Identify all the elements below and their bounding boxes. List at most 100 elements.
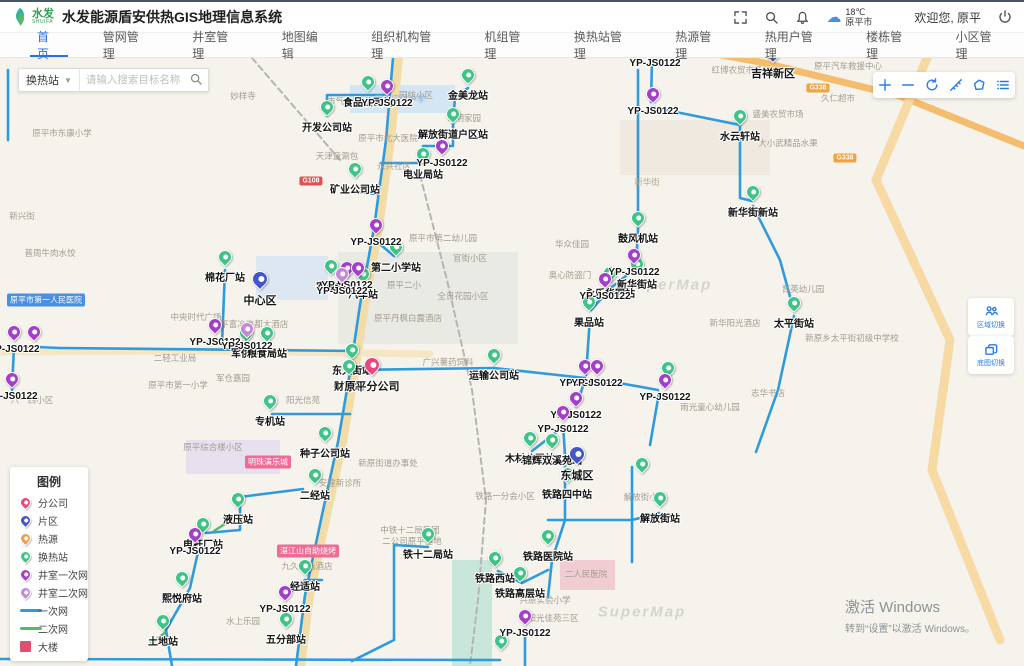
weather-city: 原平市 [845, 17, 872, 27]
map-canvas[interactable]: 妙样寺原平实达中学市气象局园纺小区东明家园原平市北大医院原平市东康小学新兴街普周… [0, 58, 1024, 666]
district-pin-icon [249, 268, 272, 291]
marker-label: YP-JS0122 [608, 267, 659, 278]
marker-label: 铁路医院站 [523, 548, 573, 563]
cloud-icon: ☁ [826, 10, 841, 25]
marker-label: YP-JS0122 [629, 58, 680, 69]
tab-换热站管理[interactable]: 换热站管理 [553, 33, 654, 57]
map-place-label: 大小武精品水果 [758, 137, 818, 149]
logout-icon[interactable] [997, 10, 1012, 25]
marker-label: 铁十二局站 [403, 546, 453, 561]
legend-label: 片区 [38, 513, 58, 528]
map-place-label: 华众佳园 [555, 238, 589, 250]
legend-item-district: 片区 [20, 511, 88, 529]
app-window: 水发 SHUIFA 水发能源盾安供热GIS地理信息系统 ☁ 18℃ 原平市 [0, 0, 1024, 666]
map-place-label: 阳光信苑 [286, 394, 320, 406]
legend-item-building: 大楼 [20, 637, 88, 655]
district-swatch [18, 512, 34, 528]
tab-机组管理[interactable]: 机组管理 [463, 33, 552, 57]
logo-icon [12, 7, 28, 27]
weather-temp: 18℃ [845, 7, 872, 17]
tab-楼栋管理[interactable]: 楼栋管理 [845, 33, 934, 57]
fullscreen-icon[interactable] [733, 10, 748, 25]
page-title: 水发能源盾安供热GIS地理信息系统 [62, 7, 282, 27]
marker-label: YP-JS0122 [361, 98, 412, 109]
map-place-label: 新原乡太平街初级中学校 [805, 332, 899, 344]
station-pin-icon [628, 208, 648, 228]
map-place-label: 原平市第一小学 [148, 379, 208, 391]
marker-label: YP-JS0122 [0, 391, 38, 402]
tab-小区管理[interactable]: 小区管理 [935, 33, 1024, 57]
map-place-label: 原平丹枫白露酒店 [374, 312, 442, 324]
tab-组织机构管理[interactable]: 组织机构管理 [350, 33, 463, 57]
map-place-label: 军仓嘉园 [216, 372, 250, 384]
marker-label: YP-JS0122 [537, 424, 588, 435]
marker-label: 土地站 [148, 633, 178, 648]
people-icon [984, 304, 999, 319]
station-pin-icon [257, 323, 277, 343]
search-input[interactable] [86, 74, 190, 86]
marker-label: YP-JS0122 [571, 378, 622, 389]
marker-label: 运输公司站 [469, 367, 519, 382]
tab-热用户管理[interactable]: 热用户管理 [744, 33, 845, 57]
marker-label: 铁路高层站 [495, 585, 545, 600]
map-toolbar [873, 72, 1015, 98]
marker-label: 解放街道户区站 [418, 126, 488, 141]
tab-管网管理[interactable]: 管网管理 [82, 33, 171, 57]
marker-label: YP-JS0122 [259, 604, 310, 615]
tab-热源管理[interactable]: 热源管理 [654, 33, 743, 57]
region-switch-label: 区域切换 [977, 320, 1005, 330]
map-poi-badge: 明珠演乐城 [245, 456, 291, 469]
station-pin-icon [342, 340, 362, 360]
map-place-label: 新原街道办事处 [358, 457, 418, 469]
station-pin-icon [228, 489, 248, 509]
marker-label: 矿业公司站 [330, 181, 380, 196]
legend-item-well2: 井室二次网 [20, 583, 88, 601]
map-place-label: 官街小区 [453, 252, 487, 264]
layer-list-button[interactable] [994, 76, 1012, 94]
well1-pin-icon [515, 606, 535, 626]
well1-pin-icon [377, 76, 397, 96]
tab-井室管理[interactable]: 井室管理 [171, 33, 260, 57]
station-pin-icon [305, 465, 325, 485]
map-place-label: 广兴薯药饲料 [422, 356, 473, 368]
marker-label: 水云轩站 [720, 128, 760, 143]
search-submit-icon[interactable] [190, 73, 202, 88]
marker-label: 原平分公司 [345, 378, 400, 394]
legend-item-branch: 分公司 [20, 493, 88, 511]
legend-item-line2: 二次网 [20, 619, 88, 637]
marker-label: 二经站 [300, 487, 330, 502]
well1-pin-icon [2, 369, 22, 389]
station-pin-icon [172, 568, 192, 588]
marker-label: 五分部站 [266, 631, 306, 646]
station-pin-icon [315, 423, 335, 443]
map-poi-badge: G108 [299, 177, 322, 186]
marker-label: 鼓风机站 [618, 230, 658, 245]
marker-label: 棉花厂站 [205, 269, 245, 284]
map-tile-watermark: SuperMap [598, 604, 687, 621]
map-poi-badge: G338 [806, 84, 829, 93]
marker-label: YP-JS0122 [316, 286, 367, 297]
measure-area-button[interactable] [970, 76, 988, 94]
reset-view-button[interactable] [923, 76, 941, 94]
zoom-in-button[interactable] [876, 76, 894, 94]
legend-label: 二次网 [38, 621, 68, 636]
basemap-switch-label: 底图切换 [977, 358, 1005, 368]
tab-地图编辑[interactable]: 地图编辑 [261, 33, 350, 57]
window-edge [0, 0, 1024, 2]
zoom-out-button[interactable] [899, 76, 917, 94]
legend-item-line1: 一次网 [20, 601, 88, 619]
bell-icon[interactable] [795, 10, 810, 25]
marker-label: 吉祥新区 [751, 65, 795, 81]
measure-distance-button[interactable] [947, 76, 965, 94]
search-category-select[interactable]: 换热站 ▼ [19, 69, 80, 91]
station-swatch [18, 548, 34, 564]
station-pin-icon [215, 247, 235, 267]
region-switch-button[interactable]: 区域切换 [968, 298, 1014, 336]
basemap-switch-button[interactable]: 底图切换 [968, 336, 1014, 374]
welcome-text: 欢迎您, 原平 [914, 9, 981, 26]
search-icon[interactable] [764, 10, 779, 25]
legend-label: 井室二次网 [38, 585, 88, 600]
tab-首页[interactable]: 首页 [16, 33, 82, 57]
marker-label: YP-JS0122 [627, 106, 678, 117]
well1-pin-icon [205, 315, 225, 335]
